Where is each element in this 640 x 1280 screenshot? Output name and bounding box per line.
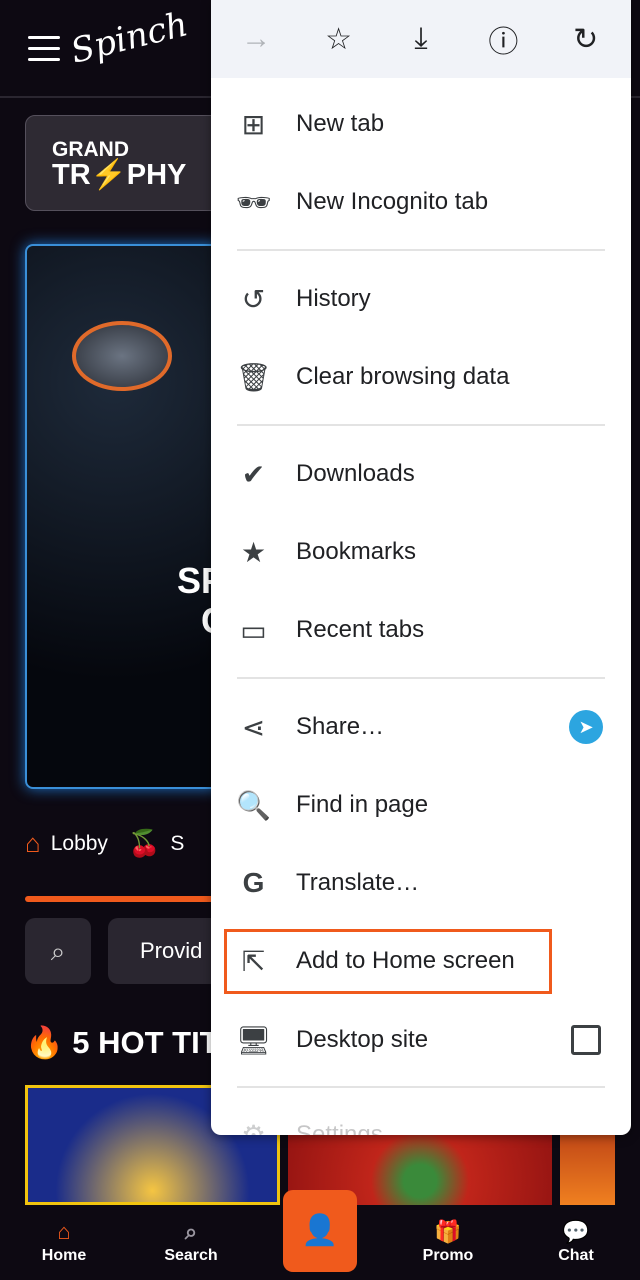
gear-icon: ⚙ bbox=[240, 1119, 267, 1136]
menu-item-share[interactable]: ⋖ Share… ➤ bbox=[211, 688, 631, 766]
menu-item-new-incognito-tab[interactable]: 🕶 New Incognito tab bbox=[211, 163, 631, 241]
chat-icon: 💬 bbox=[562, 1219, 590, 1244]
nav-promo[interactable]: 🎁 Promo bbox=[398, 1219, 498, 1265]
history-icon: ↺ bbox=[241, 283, 266, 315]
desktop-site-checkbox[interactable] bbox=[571, 1025, 601, 1055]
nav-search[interactable]: ⌕ Search bbox=[141, 1219, 241, 1265]
trash-icon: 🗑 bbox=[235, 361, 272, 393]
forward-icon[interactable]: → bbox=[226, 22, 286, 56]
tab-slots[interactable]: S bbox=[170, 832, 184, 856]
menu-item-history[interactable]: ↺ History bbox=[211, 260, 631, 338]
devices-icon: ▭ bbox=[240, 614, 267, 646]
highlight-box bbox=[224, 929, 552, 994]
plus-box-icon: ⊞ bbox=[241, 108, 266, 140]
active-tab-indicator bbox=[25, 896, 225, 902]
menu-item-recent-tabs[interactable]: ▭ Recent tabs bbox=[211, 591, 631, 669]
nav-home[interactable]: ⌂ Home bbox=[14, 1219, 114, 1265]
hamburger-menu-icon[interactable] bbox=[28, 36, 60, 62]
account-button[interactable]: 👤 bbox=[283, 1190, 357, 1272]
download-icon[interactable]: ⤓ bbox=[391, 22, 451, 56]
share-icon: ⋖ bbox=[241, 711, 266, 743]
tab-lobby[interactable]: Lobby bbox=[51, 832, 108, 856]
divider bbox=[237, 424, 605, 426]
downloads-check-icon: ✔ bbox=[241, 458, 266, 490]
fire-icon: 🔥 bbox=[25, 1025, 64, 1060]
info-icon[interactable]: ⓘ bbox=[473, 17, 533, 61]
divider bbox=[237, 1086, 605, 1088]
menu-item-translate[interactable]: G Translate… bbox=[211, 844, 631, 922]
menu-item-downloads[interactable]: ✔ Downloads bbox=[211, 435, 631, 513]
menu-item-find-in-page[interactable]: 🔍 Find in page bbox=[211, 766, 631, 844]
find-in-page-icon: 🔍 bbox=[236, 789, 271, 821]
gift-icon: 🎁 bbox=[434, 1219, 462, 1244]
search-icon: ⌕ bbox=[184, 1219, 198, 1244]
menu-toolbar: → ☆ ⤓ ⓘ ↻ bbox=[211, 0, 631, 78]
menu-item-new-tab[interactable]: ⊞ New tab bbox=[211, 85, 631, 163]
telegram-icon[interactable]: ➤ bbox=[569, 710, 603, 744]
translate-icon: G bbox=[242, 867, 265, 898]
home-icon: ⌂ bbox=[57, 1219, 71, 1244]
coin-image bbox=[72, 321, 172, 391]
star-icon[interactable]: ☆ bbox=[309, 22, 369, 57]
divider bbox=[237, 677, 605, 679]
star-filled-icon: ★ bbox=[240, 536, 267, 568]
menu-item-clear-browsing-data[interactable]: 🗑 Clear browsing data bbox=[211, 338, 631, 416]
game-search-button[interactable]: ⌕ bbox=[25, 918, 91, 984]
menu-item-desktop-site[interactable]: 🖥 Desktop site bbox=[211, 1001, 631, 1079]
desktop-icon: 🖥 bbox=[235, 1024, 272, 1056]
user-icon: 👤 bbox=[301, 1214, 339, 1247]
refresh-icon[interactable]: ↻ bbox=[556, 22, 616, 57]
category-tabs: ⌂ Lobby 🍒 S bbox=[25, 828, 184, 859]
menu-item-bookmarks[interactable]: ★ Bookmarks bbox=[211, 513, 631, 591]
cherry-icon: 🍒 bbox=[127, 828, 161, 858]
home-icon: ⌂ bbox=[25, 828, 41, 858]
divider bbox=[237, 249, 605, 251]
menu-item-settings[interactable]: ⚙ Settings bbox=[211, 1096, 631, 1136]
nav-chat[interactable]: 💬 Chat bbox=[526, 1219, 626, 1265]
hot-titles-heading: 🔥 5 HOT TIT bbox=[25, 1025, 219, 1060]
incognito-icon: 🕶 bbox=[235, 186, 272, 218]
